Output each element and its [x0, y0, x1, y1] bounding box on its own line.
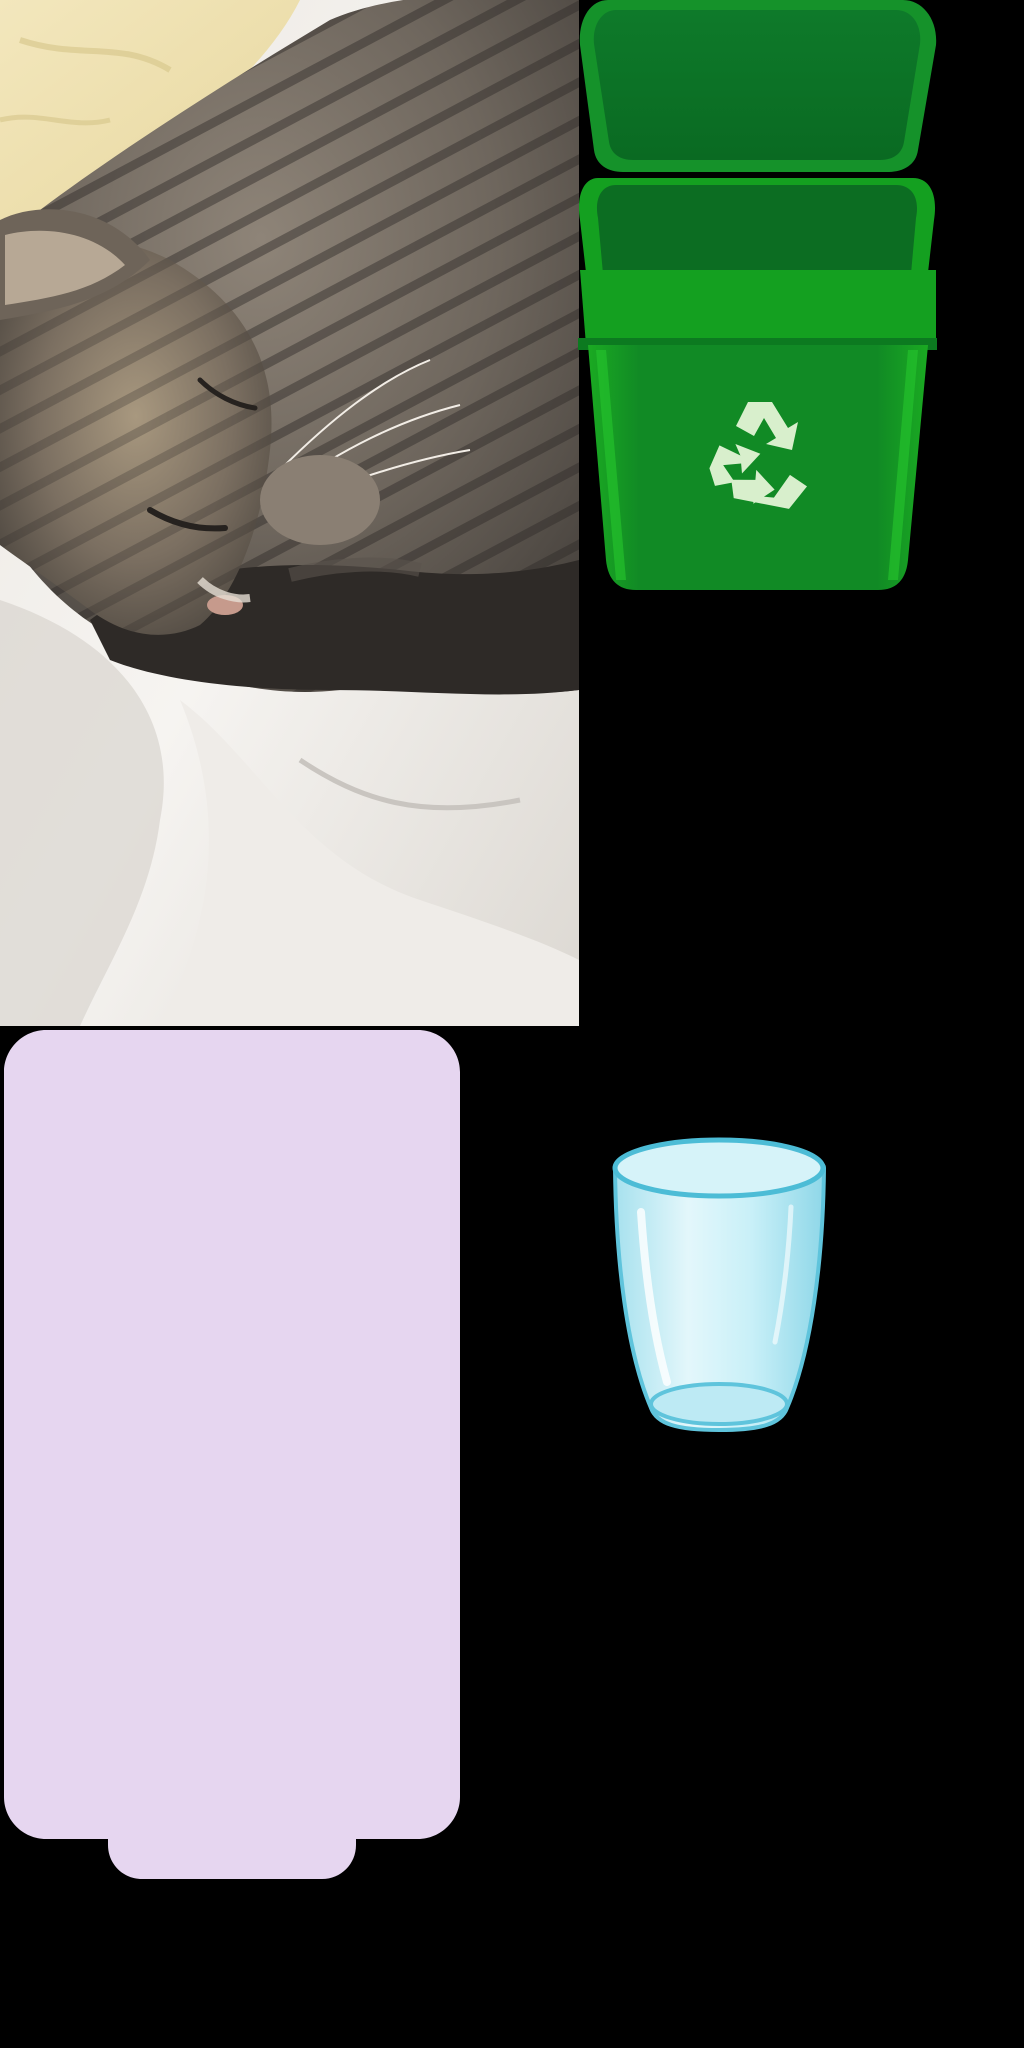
green-recycle-bin	[578, 0, 937, 590]
sprite-sheet-canvas: { "sheet": { "background_color": "#00000…	[0, 0, 1024, 2048]
sleeping-tabby-cat-photo	[0, 0, 579, 1026]
empty-drinking-glass	[612, 1137, 827, 1433]
lavender-rounded-panel	[4, 1030, 460, 1879]
